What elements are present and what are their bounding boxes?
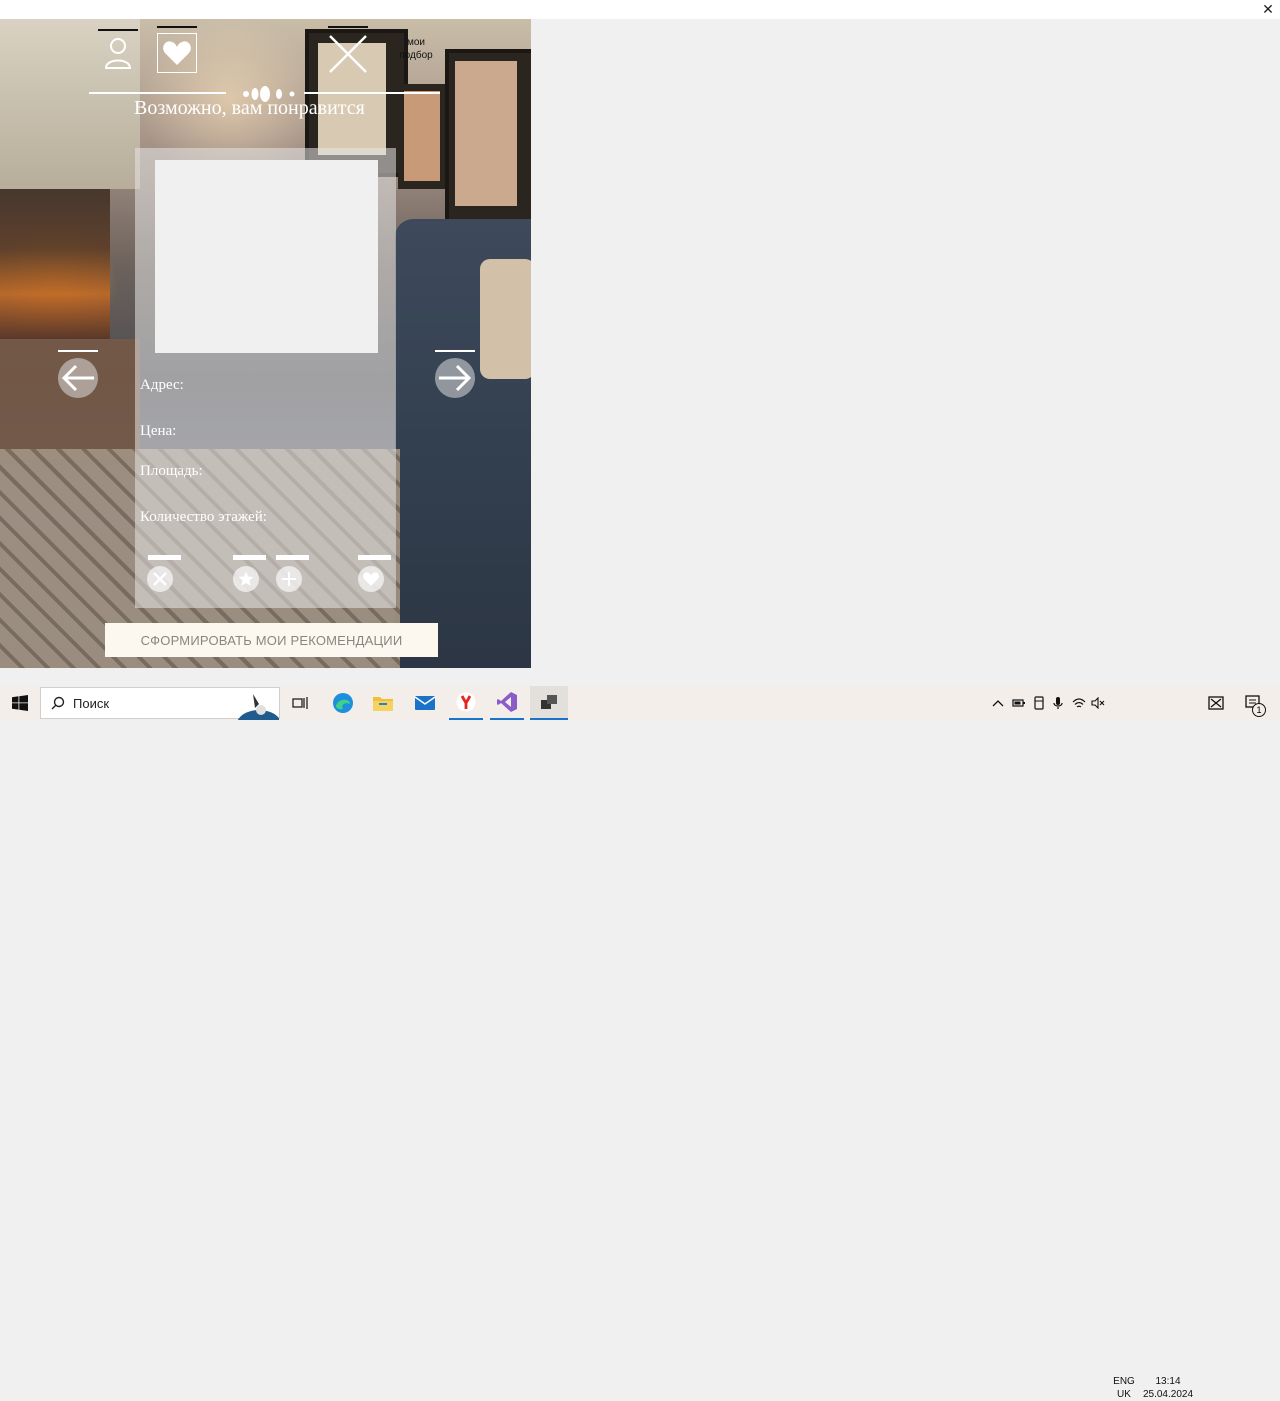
arrow-indicator bbox=[435, 350, 475, 352]
device-button[interactable] bbox=[1030, 686, 1048, 720]
notification-count-badge: 1 bbox=[1252, 703, 1266, 717]
background-floor bbox=[0, 339, 140, 459]
language-bottom: UK bbox=[1117, 1389, 1131, 1400]
nav-indicator bbox=[328, 26, 368, 28]
nav-indicator bbox=[98, 29, 138, 31]
wifi-icon bbox=[1072, 698, 1086, 708]
yandex-browser-button[interactable] bbox=[449, 686, 483, 720]
language-indicator[interactable]: ENG UK bbox=[1110, 1375, 1138, 1401]
search-highlight-icon bbox=[237, 694, 279, 720]
window-close-button[interactable]: ✕ bbox=[1260, 0, 1276, 18]
clock-time: 13:14 bbox=[1155, 1376, 1181, 1387]
device-icon bbox=[1034, 696, 1044, 710]
tray-overflow-button[interactable] bbox=[990, 686, 1006, 720]
visual-studio-button[interactable] bbox=[490, 686, 524, 720]
action-indicator bbox=[233, 555, 266, 560]
like-button[interactable] bbox=[358, 566, 384, 592]
action-indicator bbox=[358, 555, 391, 560]
add-button[interactable] bbox=[276, 566, 302, 592]
generate-recommendations-button[interactable]: СФОРМИРОВАТЬ МОИ РЕКОМЕНДАЦИИ bbox=[105, 623, 438, 657]
language-top: ENG bbox=[1113, 1376, 1135, 1387]
task-view-button[interactable] bbox=[286, 686, 314, 720]
profile-button[interactable] bbox=[100, 35, 136, 71]
action-indicator bbox=[148, 555, 181, 560]
arrow-indicator bbox=[58, 350, 98, 352]
separator-line bbox=[89, 92, 226, 94]
star-button[interactable] bbox=[233, 566, 259, 592]
yandex-icon bbox=[456, 692, 476, 712]
arrow-right-icon bbox=[439, 364, 472, 392]
heart-icon bbox=[163, 41, 191, 65]
close-icon bbox=[329, 35, 367, 73]
next-button[interactable] bbox=[435, 358, 475, 398]
clock-date: 25.04.2024 bbox=[1142, 1389, 1194, 1400]
notifications-button[interactable]: 1 bbox=[1240, 686, 1268, 720]
edge-button[interactable] bbox=[326, 686, 360, 720]
star-icon bbox=[238, 571, 254, 586]
mail-icon bbox=[414, 696, 436, 710]
active-app-button[interactable] bbox=[530, 686, 568, 720]
separator-line bbox=[304, 92, 440, 94]
background-frame-art bbox=[404, 91, 440, 181]
wifi-button[interactable] bbox=[1070, 686, 1088, 720]
field-price: Цена: bbox=[140, 423, 177, 439]
nav-indicator bbox=[157, 26, 197, 28]
edge-icon bbox=[333, 693, 353, 713]
background-pillow bbox=[480, 259, 531, 379]
heart-icon bbox=[363, 572, 379, 586]
arrow-left-icon bbox=[61, 364, 94, 392]
search-icon bbox=[51, 696, 65, 710]
dismiss-icon bbox=[153, 572, 167, 586]
visual-studio-icon bbox=[497, 692, 517, 712]
prev-button[interactable] bbox=[58, 358, 98, 398]
add-icon bbox=[282, 572, 296, 586]
app-window-icon bbox=[541, 695, 557, 709]
file-explorer-button[interactable] bbox=[366, 686, 400, 720]
meet-now-button[interactable] bbox=[1204, 686, 1228, 720]
chevron-up-icon bbox=[992, 700, 1004, 707]
close-button[interactable] bbox=[326, 32, 370, 76]
mail-button[interactable] bbox=[408, 686, 442, 720]
taskbar: Поиск ENG UK 13:14 25.04.2024 1 bbox=[0, 686, 1280, 1400]
clock[interactable]: 13:14 25.04.2024 bbox=[1140, 1375, 1196, 1401]
field-address: Адрес: bbox=[140, 377, 184, 393]
volume-button[interactable] bbox=[1089, 686, 1107, 720]
field-floors: Количество этажей: bbox=[140, 509, 267, 525]
background-frame-art bbox=[455, 61, 517, 206]
dismiss-button[interactable] bbox=[147, 566, 173, 592]
my-picks-link[interactable]: мои подбор bbox=[398, 36, 434, 62]
window-title-bar: ✕ bbox=[0, 0, 1280, 19]
field-area: Площадь: bbox=[140, 463, 203, 479]
favorites-button[interactable] bbox=[157, 33, 197, 73]
battery-icon bbox=[1012, 699, 1025, 707]
windows-logo-icon bbox=[12, 695, 28, 711]
profile-icon bbox=[104, 38, 132, 69]
volume-muted-icon bbox=[1091, 697, 1105, 709]
microphone-icon bbox=[1053, 697, 1063, 709]
taskbar-search[interactable]: Поиск bbox=[40, 687, 280, 720]
meet-icon bbox=[1208, 696, 1224, 710]
property-image bbox=[155, 160, 378, 353]
microphone-button[interactable] bbox=[1050, 686, 1066, 720]
page-title: Возможно, вам понравится bbox=[134, 97, 365, 119]
start-button[interactable] bbox=[4, 686, 36, 720]
task-view-icon bbox=[292, 697, 308, 709]
search-placeholder: Поиск bbox=[73, 695, 110, 711]
battery-button[interactable] bbox=[1010, 686, 1028, 720]
action-indicator bbox=[276, 555, 309, 560]
folder-icon bbox=[373, 697, 393, 711]
background-fireplace bbox=[0, 189, 110, 339]
